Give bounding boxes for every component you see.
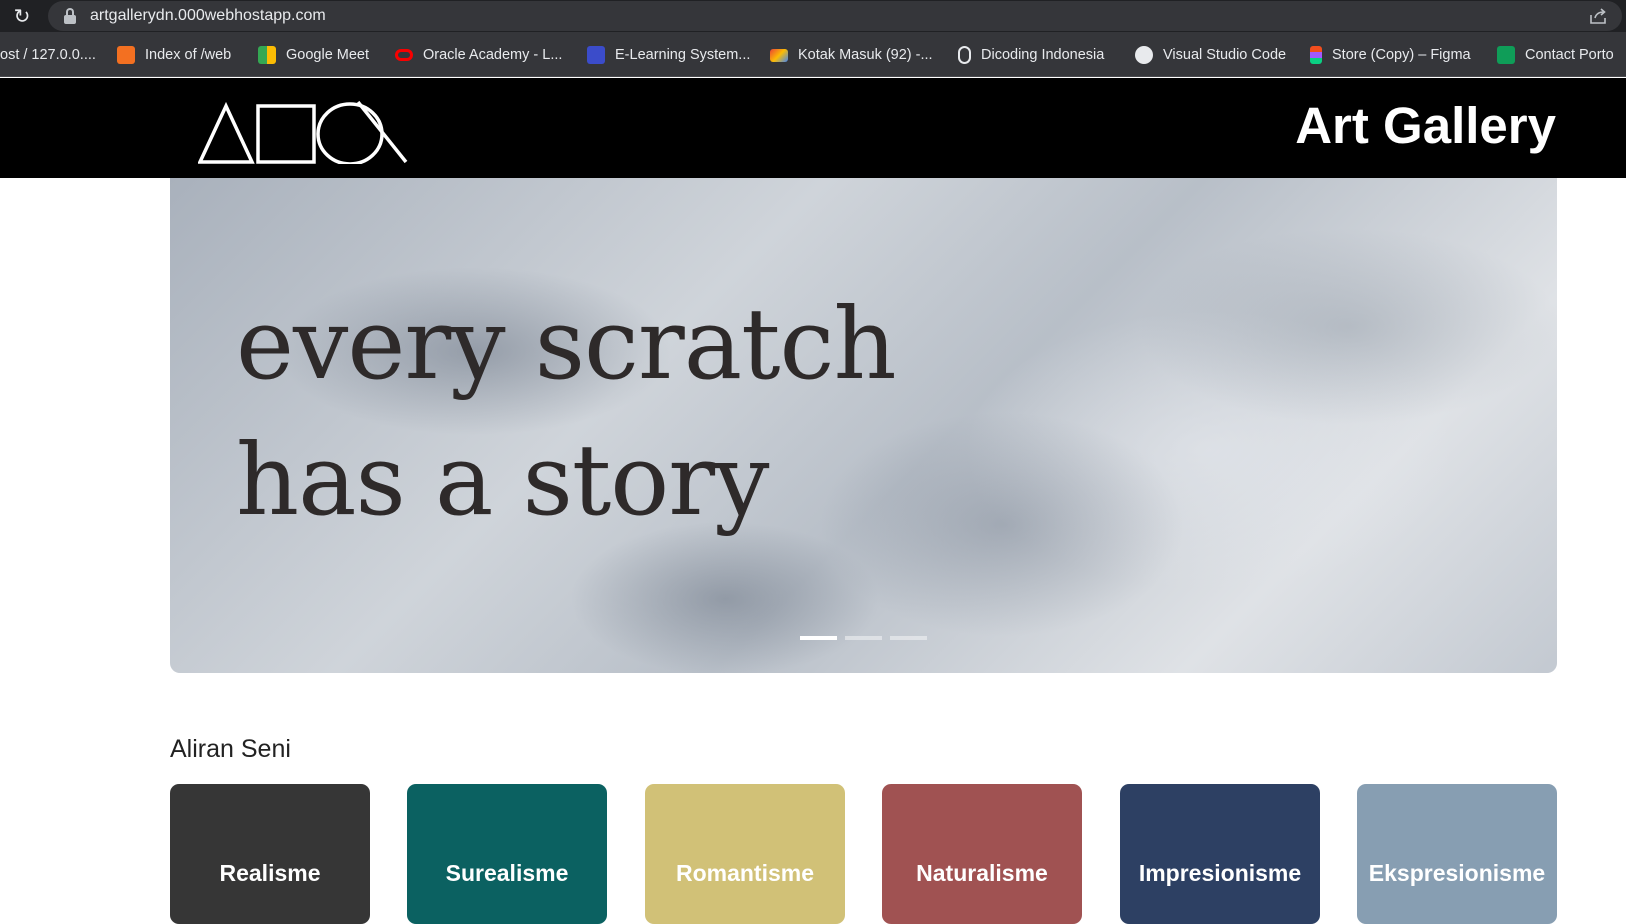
- category-label: Surealisme: [445, 860, 569, 886]
- bookmark-label: Kotak Masuk (92) -...: [798, 47, 933, 63]
- category-label: Ekspresionisme: [1368, 860, 1546, 886]
- site-title[interactable]: Art Gallery: [1295, 96, 1556, 156]
- gmail-icon: [770, 48, 788, 62]
- bookmark-label: Google Meet: [286, 47, 370, 63]
- bookmark-label: Index of /web: [145, 47, 232, 63]
- bookmark-item[interactable]: ost / 127.0.0....: [0, 44, 96, 66]
- section-title: Aliran Seni: [170, 735, 291, 763]
- bookmark-item[interactable]: Store (Copy) – Figma: [1310, 44, 1471, 66]
- category-card-romantisme[interactable]: Romantisme: [645, 784, 845, 924]
- lock-icon[interactable]: [64, 8, 76, 24]
- xampp-icon: [117, 46, 135, 64]
- category-card-impresionisme[interactable]: Impresionisme: [1120, 784, 1320, 924]
- site-logo[interactable]: [198, 98, 408, 164]
- google-meet-icon: [258, 46, 276, 64]
- bookmark-label: Oracle Academy - L...: [423, 47, 563, 63]
- carousel-indicator[interactable]: [845, 636, 882, 640]
- bookmark-label: ost / 127.0.0....: [0, 47, 96, 63]
- figma-icon: [1310, 46, 1322, 64]
- category-label: Realisme: [219, 860, 321, 886]
- bookmark-item[interactable]: Dicoding Indonesia: [958, 44, 1104, 66]
- browser-toolbar: ↻ artgallerydn.000webhostapp.com: [0, 0, 1626, 32]
- elearning-icon: [587, 46, 605, 64]
- bookmark-label: Contact Porto: [1525, 47, 1614, 63]
- hero-text-line-2: has a story: [236, 424, 769, 538]
- bookmark-label: Store (Copy) – Figma: [1332, 47, 1471, 63]
- hero-carousel[interactable]: every scratch has a story: [170, 178, 1557, 673]
- google-sheets-icon: [1497, 46, 1515, 64]
- bookmark-label: E-Learning System...: [615, 47, 751, 63]
- category-label: Romantisme: [675, 860, 815, 886]
- dicoding-icon: [958, 46, 971, 64]
- oracle-icon: [395, 49, 413, 61]
- url-text[interactable]: artgallerydn.000webhostapp.com: [90, 6, 326, 26]
- carousel-indicators: [800, 636, 927, 640]
- bookmark-item[interactable]: E-Learning System...: [587, 44, 750, 66]
- bookmark-item[interactable]: Contact Porto: [1497, 44, 1614, 66]
- category-list: Realisme Surealisme Romantisme Naturalis…: [170, 784, 1557, 924]
- globe-icon: [1135, 46, 1153, 64]
- bookmarks-bar: ost / 127.0.0.... Index of /web Google M…: [0, 32, 1626, 77]
- bookmark-item[interactable]: Google Meet: [258, 44, 369, 66]
- category-card-surealisme[interactable]: Surealisme: [407, 784, 607, 924]
- bookmark-item[interactable]: Kotak Masuk (92) -...: [770, 44, 933, 66]
- hero-text-line-1: every scratch: [236, 288, 897, 402]
- carousel-indicator[interactable]: [890, 636, 927, 640]
- category-label: Impresionisme: [1138, 860, 1302, 886]
- bookmark-label: Visual Studio Code: [1163, 47, 1287, 63]
- category-label: Naturalisme: [916, 860, 1048, 886]
- bookmark-item[interactable]: Oracle Academy - L...: [395, 44, 562, 66]
- bookmark-label: Dicoding Indonesia: [981, 47, 1105, 63]
- category-card-ekspresionisme[interactable]: Ekspresionisme: [1357, 784, 1557, 924]
- share-icon[interactable]: [1588, 6, 1608, 26]
- carousel-indicator[interactable]: [800, 636, 837, 640]
- category-card-realisme[interactable]: Realisme: [170, 784, 370, 924]
- bookmark-item[interactable]: Index of /web: [117, 44, 231, 66]
- reload-icon[interactable]: ↻: [10, 4, 34, 28]
- category-card-naturalisme[interactable]: Naturalisme: [882, 784, 1082, 924]
- bookmark-item[interactable]: Visual Studio Code: [1135, 44, 1286, 66]
